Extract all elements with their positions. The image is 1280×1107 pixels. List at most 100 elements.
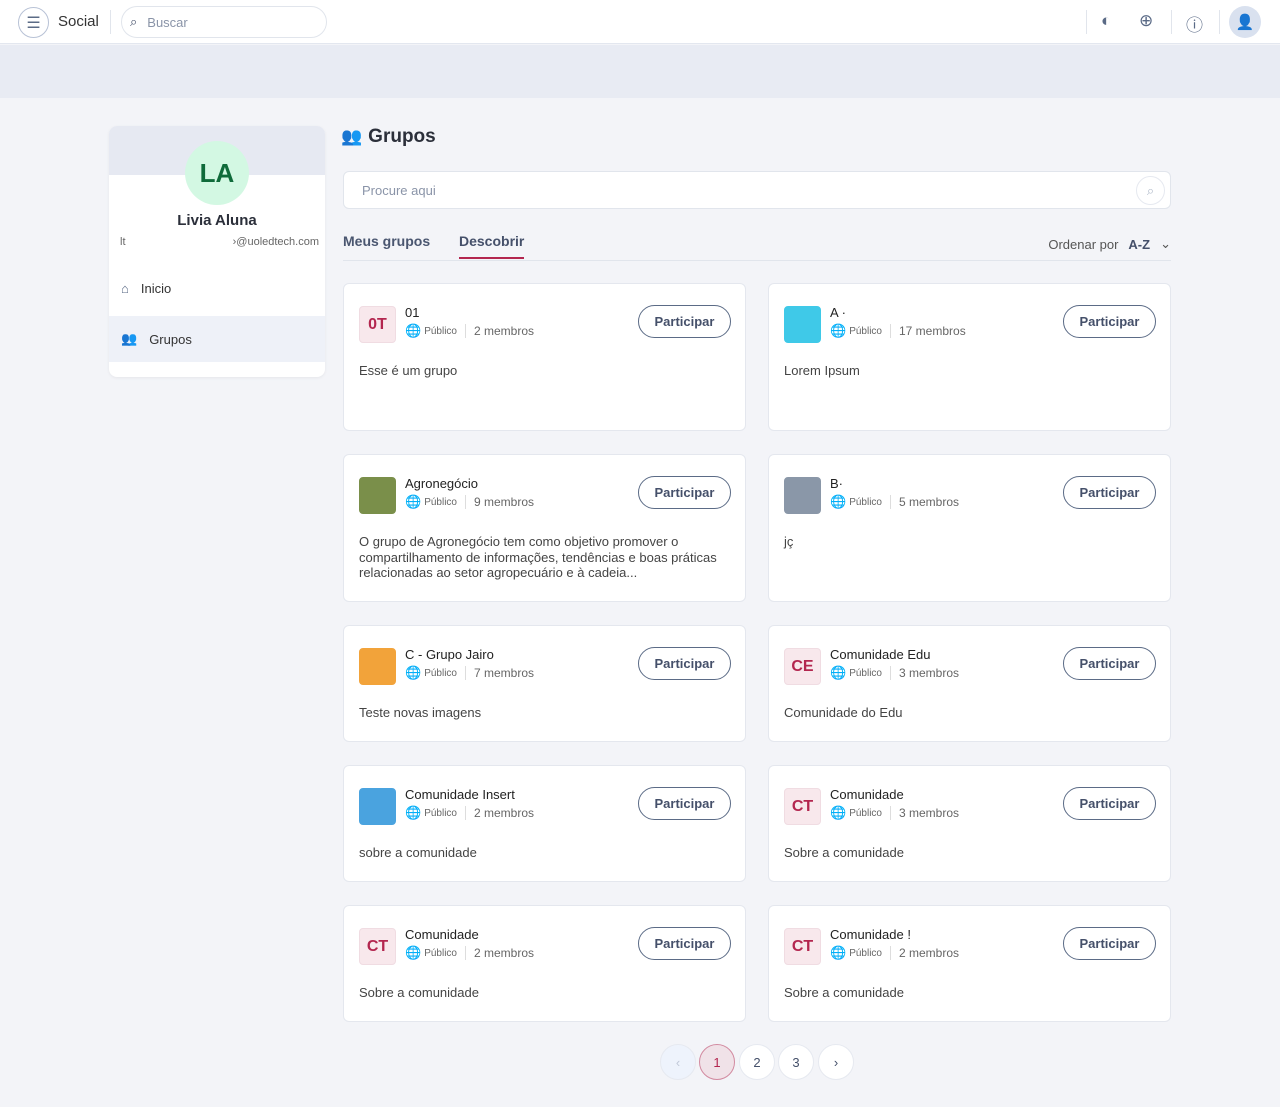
group-card[interactable]: CT Comunidade 🌐 Público 3 membros Particip… <box>768 765 1171 882</box>
divider <box>1086 10 1087 34</box>
users-icon: 👥 <box>341 127 363 146</box>
group-card[interactable]: Agronegócio 🌐 Público 9 membros Participar… <box>343 454 746 602</box>
globe-icon: 🌐 <box>830 323 847 338</box>
join-button[interactable]: Participar <box>1063 787 1156 820</box>
search-icon[interactable]: ⌕ <box>1136 176 1165 205</box>
globe-icon: 🌐 <box>405 494 422 509</box>
group-title[interactable]: Comunidade Insert <box>405 787 515 802</box>
globe-icon: 🌐 <box>830 805 847 820</box>
zoom-in-icon[interactable]: ⊕ <box>1139 11 1153 31</box>
group-title[interactable]: A · <box>830 305 846 320</box>
home-icon: ⌂ <box>121 280 129 296</box>
page-3-button[interactable]: 3 <box>778 1044 814 1080</box>
visibility: Público <box>424 667 457 679</box>
visibility: Público <box>849 325 882 337</box>
group-description: Sobre a comunidade <box>359 985 479 1000</box>
profile-card: LA Livia Aluna lt ›@uoledtech.com ⌂ Inic… <box>109 126 325 377</box>
group-card[interactable]: Comunidade Insert 🌐 Público 2 membros Part… <box>343 765 746 882</box>
sort-dropdown[interactable]: Ordenar por A-Z ⌄ <box>1048 236 1171 252</box>
group-title[interactable]: Comunidade ! <box>830 927 911 942</box>
group-title[interactable]: B· <box>830 476 843 491</box>
chevron-down-icon: ⌄ <box>1160 236 1171 251</box>
group-description: Sobre a comunidade <box>784 985 904 1000</box>
join-button[interactable]: Participar <box>1063 305 1156 338</box>
group-description: Esse é um grupo <box>359 363 458 378</box>
join-button[interactable]: Participar <box>638 787 731 820</box>
prev-page-button[interactable]: ‹ <box>660 1044 696 1080</box>
member-count: 2 membros <box>465 806 534 820</box>
tabs: Meus grupos Descobrir Ordenar por A-Z ⌄ <box>343 230 1171 261</box>
search-placeholder: Buscar <box>147 14 188 30</box>
group-card[interactable]: CT Comunidade ! 🌐 Público 2 membros Partic… <box>768 905 1171 1022</box>
menu-icon[interactable]: ☰ <box>18 7 49 38</box>
group-card[interactable]: CT Comunidade 🌐 Público 2 membros Particip… <box>343 905 746 1022</box>
group-thumbnail <box>784 477 821 514</box>
global-search-input[interactable]: ⌕ Buscar <box>121 6 327 38</box>
sort-label: Ordenar por <box>1048 236 1119 252</box>
group-meta: 🌐 Público 2 membros <box>405 945 534 961</box>
globe-icon: 🌐 <box>830 665 847 680</box>
group-title[interactable]: C - Grupo Jairo <box>405 647 494 662</box>
group-description: jç <box>784 534 794 549</box>
globe-icon: 🌐 <box>405 805 422 820</box>
member-count: 17 membros <box>890 324 966 338</box>
banner <box>0 45 1280 98</box>
group-meta: 🌐 Público 7 membros <box>405 665 534 681</box>
group-description: O grupo de Agronegócio tem como objetivo… <box>359 534 717 580</box>
sidebar-item-label: Grupos <box>149 331 192 347</box>
group-card[interactable]: B· 🌐 Público 5 membros Participar jç <box>768 454 1171 602</box>
group-search-input[interactable]: Procure aqui ⌕ <box>343 171 1171 209</box>
member-count: 3 membros <box>890 806 959 820</box>
join-button[interactable]: Participar <box>638 476 731 509</box>
contrast-icon[interactable]: ◐ <box>1101 11 1111 31</box>
join-button[interactable]: Participar <box>1063 647 1156 680</box>
sort-value: A-Z <box>1128 236 1151 252</box>
group-title[interactable]: Comunidade <box>830 787 904 802</box>
member-count: 5 membros <box>890 495 959 509</box>
profile-name: Livia Aluna <box>177 212 257 229</box>
tab-meus-grupos[interactable]: Meus grupos <box>343 233 430 257</box>
group-meta: 🌐 Público 17 membros <box>830 323 966 339</box>
group-meta: 🌐 Público 9 membros <box>405 494 534 510</box>
search-placeholder: Procure aqui <box>362 182 436 198</box>
group-meta: 🌐 Público 2 membros <box>830 945 959 961</box>
tab-descobrir[interactable]: Descobrir <box>459 233 525 259</box>
page-1-button[interactable]: 1 <box>699 1044 735 1080</box>
group-description: sobre a comunidade <box>359 845 477 860</box>
sidebar-item-inicio[interactable]: ⌂ Inicio <box>109 265 325 311</box>
member-count: 7 membros <box>465 666 534 680</box>
member-count: 9 membros <box>465 495 534 509</box>
top-bar: ☰ Social ⌕ Buscar ◐ ⊕ ⓘ 👤 <box>0 0 1280 44</box>
divider <box>110 10 111 34</box>
visibility: Público <box>424 807 457 819</box>
search-icon: ⌕ <box>130 14 138 29</box>
user-avatar[interactable]: 👤 <box>1229 6 1261 38</box>
group-title[interactable]: Comunidade Edu <box>830 647 930 662</box>
join-button[interactable]: Participar <box>638 305 731 338</box>
member-count: 2 membros <box>890 946 959 960</box>
users-icon: 👥 <box>121 331 138 346</box>
visibility: Público <box>849 496 882 508</box>
next-page-button[interactable]: › <box>818 1044 854 1080</box>
app-title: Social <box>58 13 99 30</box>
divider <box>1219 10 1220 34</box>
join-button[interactable]: Participar <box>638 647 731 680</box>
group-card[interactable]: A · 🌐 Público 17 membros Participar Lorem … <box>768 283 1171 431</box>
profile-email: ›@uoledtech.com <box>232 236 319 248</box>
group-title[interactable]: 01 <box>405 305 419 320</box>
group-title[interactable]: Agronegócio <box>405 476 478 491</box>
page-2-button[interactable]: 2 <box>739 1044 775 1080</box>
sidebar-item-grupos[interactable]: 👥 Grupos <box>109 316 325 362</box>
join-button[interactable]: Participar <box>1063 927 1156 960</box>
page-title-text: Grupos <box>368 126 436 147</box>
join-button[interactable]: Participar <box>638 927 731 960</box>
help-icon[interactable]: ⓘ <box>1186 11 1203 36</box>
group-card[interactable]: C - Grupo Jairo 🌐 Público 7 membros Partic… <box>343 625 746 742</box>
group-card[interactable]: CE Comunidade Edu 🌐 Público 3 membros Part… <box>768 625 1171 742</box>
page-title: 👥 Grupos <box>341 126 436 148</box>
join-button[interactable]: Participar <box>1063 476 1156 509</box>
member-count: 2 membros <box>465 324 534 338</box>
group-title[interactable]: Comunidade <box>405 927 479 942</box>
globe-icon: 🌐 <box>830 494 847 509</box>
group-card[interactable]: 0T 01 🌐 Público 2 membros Participar Esse … <box>343 283 746 431</box>
